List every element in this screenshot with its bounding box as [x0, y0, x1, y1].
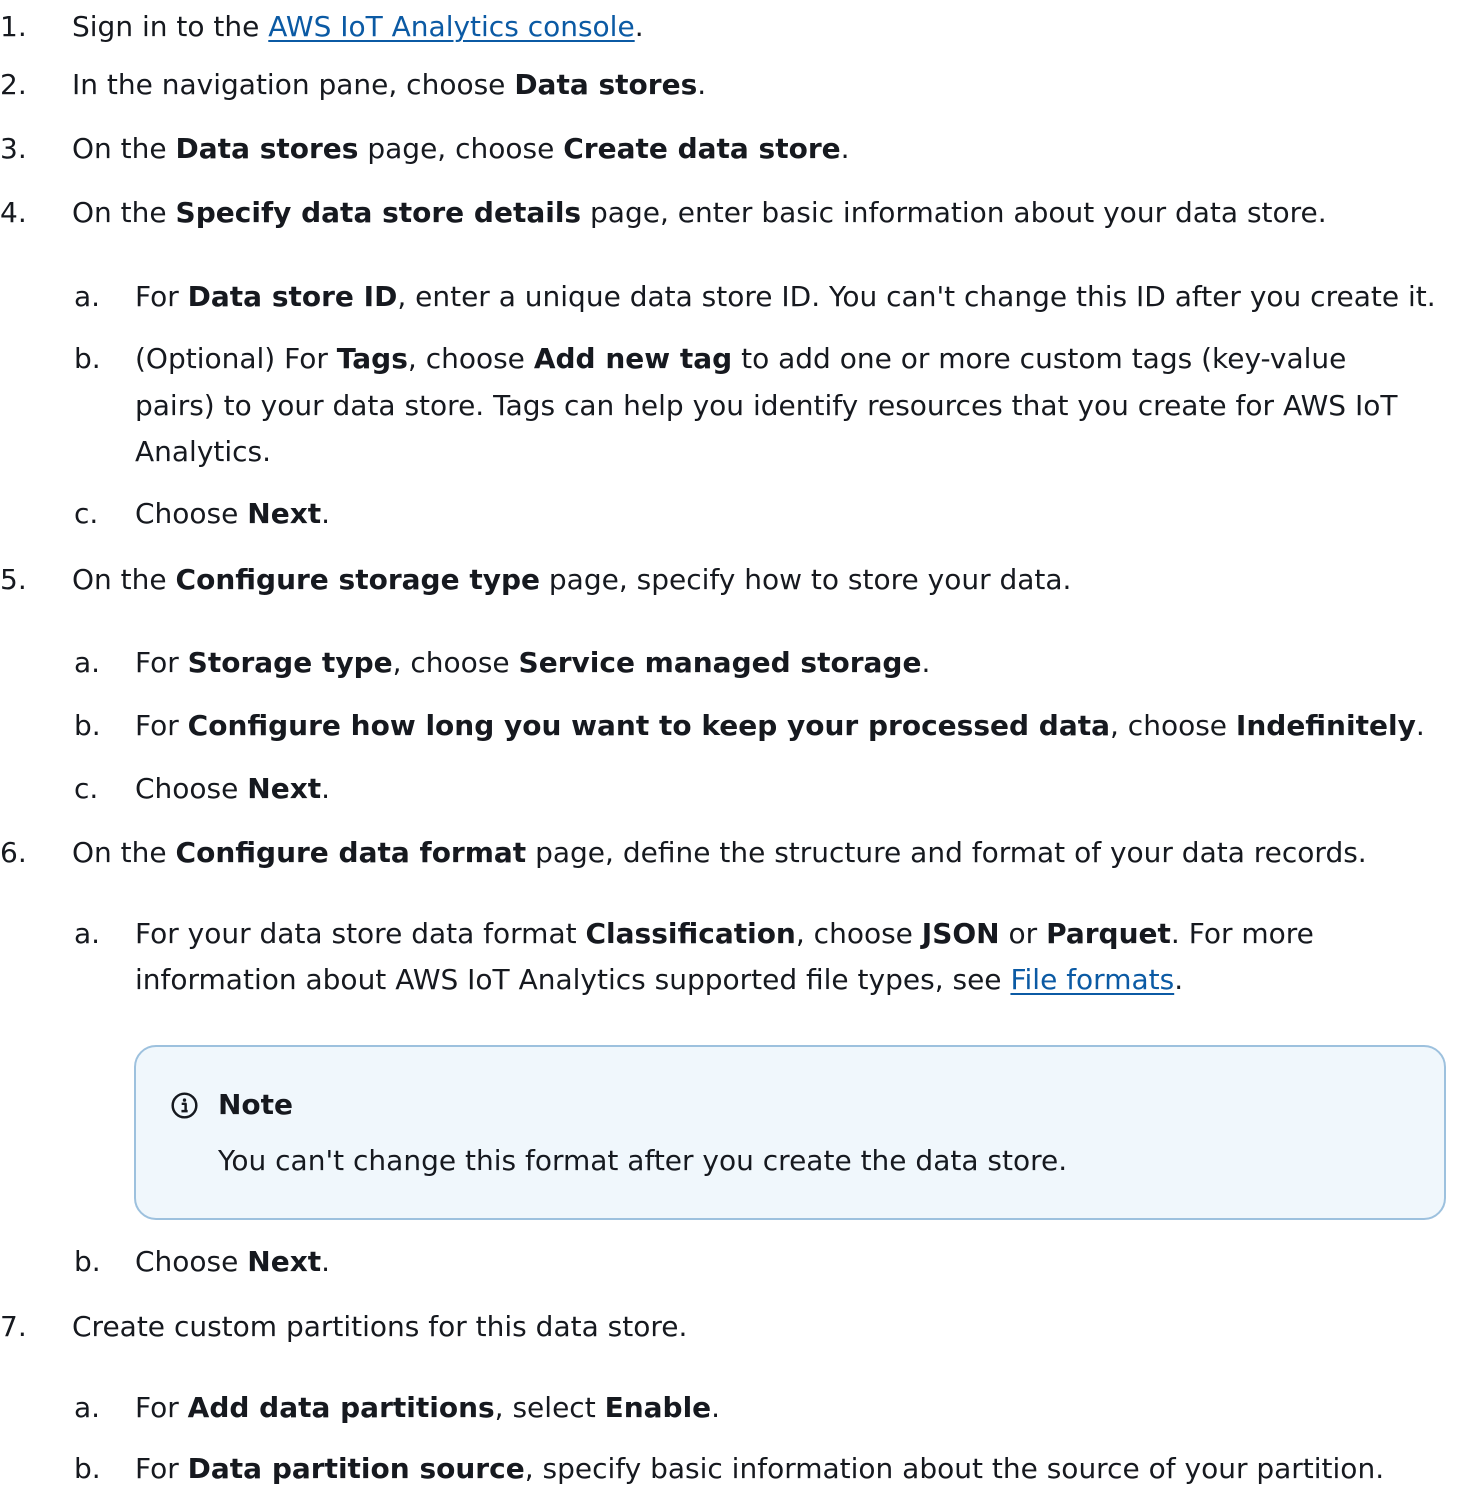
step-4b-line-3: Analytics.	[135, 435, 272, 468]
step-number: 7.	[0, 1310, 27, 1343]
note-title: Note	[218, 1088, 294, 1121]
step-number: 5.	[0, 563, 27, 596]
step-number: 2.	[0, 68, 27, 101]
note-body: You can't change this format after you c…	[218, 1144, 1068, 1177]
step-number: 6.	[0, 836, 27, 869]
note-callout: Note You can't change this format after …	[134, 1045, 1446, 1220]
step-6a-line-2: information about AWS IoT Analytics supp…	[135, 963, 1184, 996]
step-number: 3.	[0, 132, 27, 165]
file-formats-link[interactable]: File formats	[1010, 963, 1174, 996]
step-number: 1.	[0, 10, 27, 43]
info-icon	[171, 1092, 198, 1119]
console-link[interactable]: AWS IoT Analytics console	[268, 10, 634, 43]
step-number: 4.	[0, 196, 27, 229]
step-4b-line-2: pairs) to your data store. Tags can help…	[135, 389, 1398, 422]
